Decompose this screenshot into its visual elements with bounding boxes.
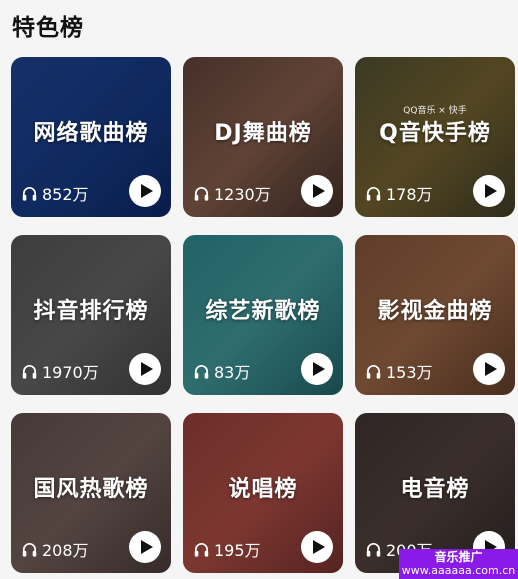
chart-card[interactable]: DJ舞曲榜 1230万 xyxy=(183,57,343,217)
listen-count: 83万 xyxy=(193,359,250,383)
chart-name: 影视金曲榜 xyxy=(377,299,493,324)
listen-count-value: 178万 xyxy=(386,185,433,204)
listen-count-value: 153万 xyxy=(386,363,433,382)
headphones-icon xyxy=(194,542,209,557)
listen-count-value: 1970万 xyxy=(42,363,99,382)
listen-count: 208万 xyxy=(21,537,89,561)
chart-card[interactable]: 影视金曲榜 153万 xyxy=(355,235,515,395)
headphones-icon xyxy=(366,364,381,379)
headphones-icon xyxy=(22,364,37,379)
chart-name: 电音榜 xyxy=(400,477,470,502)
play-button[interactable] xyxy=(129,353,161,385)
listen-count-value: 1230万 xyxy=(214,185,271,204)
play-icon xyxy=(312,362,325,376)
chart-name: Q音快手榜 xyxy=(379,121,491,146)
headphones-icon xyxy=(366,542,381,557)
listen-count-value: 83万 xyxy=(214,363,251,382)
listen-count: 1230万 xyxy=(193,181,271,205)
play-icon xyxy=(484,362,497,376)
headphones-icon xyxy=(22,186,37,201)
section-title: 特色榜 xyxy=(12,15,84,41)
listen-count: 852万 xyxy=(21,181,89,205)
headphones-icon xyxy=(194,186,209,201)
watermark-url: www.aaaaaa.com.cn xyxy=(401,564,516,577)
listen-count-value: 195万 xyxy=(214,541,261,560)
play-button[interactable] xyxy=(301,175,333,207)
play-icon xyxy=(312,540,325,554)
headphones-icon xyxy=(194,364,209,379)
headphones-icon xyxy=(22,542,37,557)
chart-card[interactable]: 综艺新歌榜 83万 xyxy=(183,235,343,395)
chart-name: 国风热歌榜 xyxy=(33,477,149,502)
headphones-icon xyxy=(366,186,381,201)
listen-count-value: 208万 xyxy=(42,541,89,560)
listen-count-value: 852万 xyxy=(42,185,89,204)
play-button[interactable] xyxy=(301,353,333,385)
chart-name: 网络歌曲榜 xyxy=(33,121,149,146)
chart-name: 综艺新歌榜 xyxy=(205,299,321,324)
play-button[interactable] xyxy=(129,175,161,207)
watermark-title: 音乐推广 xyxy=(434,550,483,564)
watermark-badge: 音乐推广 www.aaaaaa.com.cn xyxy=(399,549,518,579)
play-button[interactable] xyxy=(473,175,505,207)
chart-name: 抖音排行榜 xyxy=(33,299,149,324)
chart-card[interactable]: 抖音排行榜 1970万 xyxy=(11,235,171,395)
listen-count: 153万 xyxy=(365,359,433,383)
play-button[interactable] xyxy=(129,531,161,563)
play-icon xyxy=(140,540,153,554)
play-icon xyxy=(312,184,325,198)
chart-name: 说唱榜 xyxy=(228,477,298,502)
play-icon xyxy=(140,362,153,376)
listen-count: 195万 xyxy=(193,537,261,561)
chart-card[interactable]: 说唱榜 195万 xyxy=(183,413,343,573)
chart-card[interactable]: 网络歌曲榜 852万 xyxy=(11,57,171,217)
play-button[interactable] xyxy=(473,353,505,385)
listen-count: 178万 xyxy=(365,181,433,205)
play-icon xyxy=(140,184,153,198)
play-icon xyxy=(484,184,497,198)
play-button[interactable] xyxy=(301,531,333,563)
chart-card[interactable]: 国风热歌榜 208万 xyxy=(11,413,171,573)
listen-count: 1970万 xyxy=(21,359,99,383)
chart-card[interactable]: QQ音乐 × 快手 Q音快手榜 178万 xyxy=(355,57,515,217)
chart-name: DJ舞曲榜 xyxy=(214,121,312,146)
